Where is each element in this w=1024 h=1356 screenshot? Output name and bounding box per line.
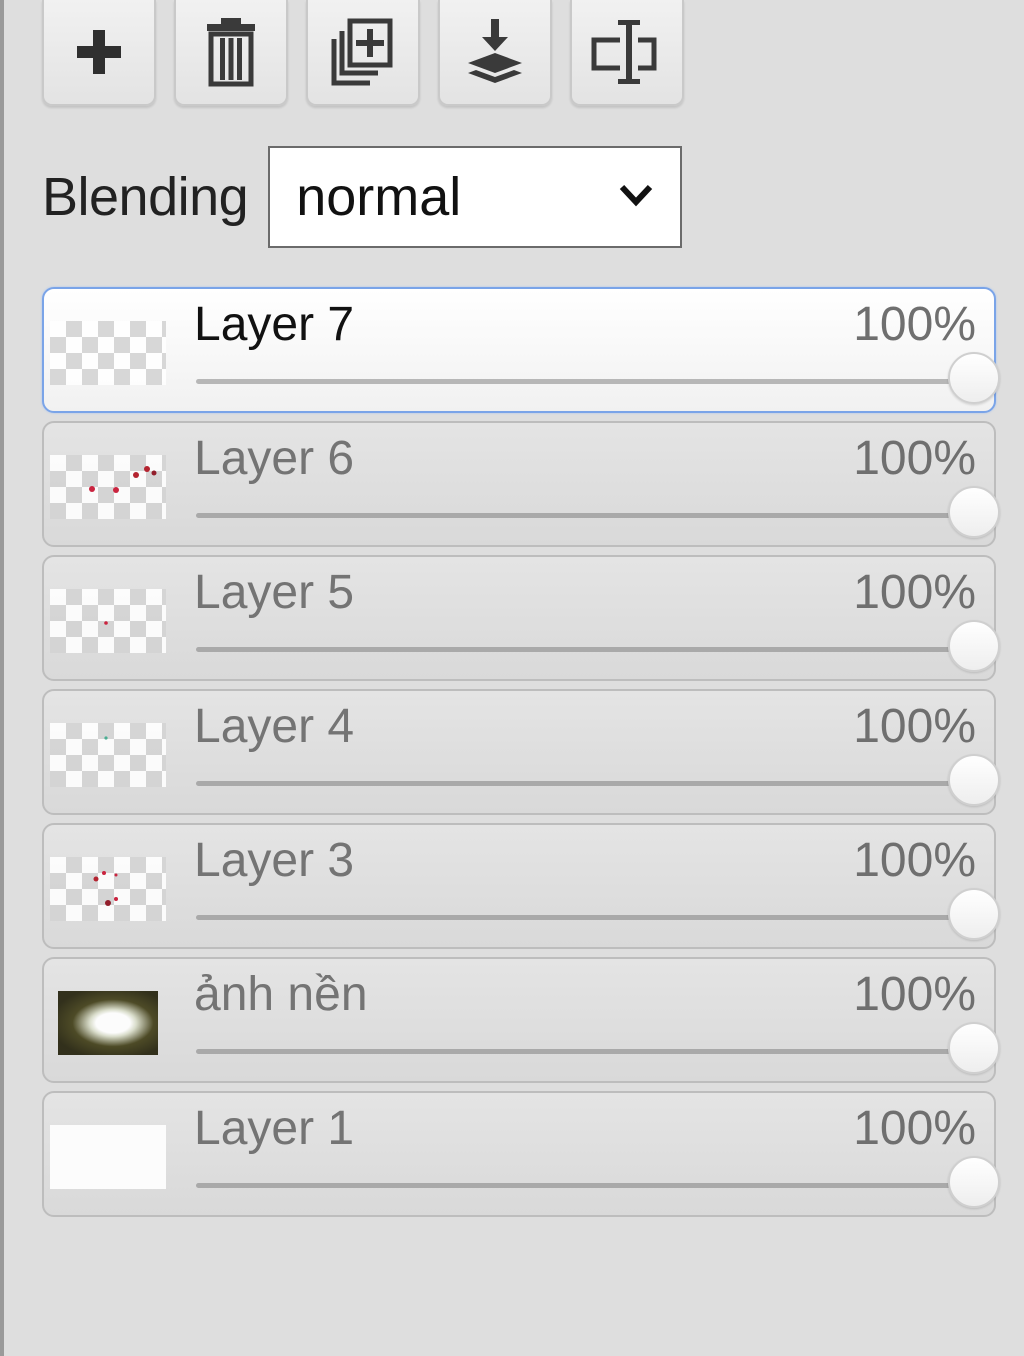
slider-track: [196, 647, 974, 652]
layer-opacity-slider[interactable]: [196, 1022, 1000, 1074]
slider-handle[interactable]: [948, 486, 1000, 538]
slider-handle[interactable]: [948, 888, 1000, 940]
merge-down-button[interactable]: [438, 0, 552, 106]
blending-select[interactable]: normal: [268, 146, 683, 248]
panel-left-border: [0, 0, 4, 1356]
layer-row[interactable]: Layer 4 100%: [42, 689, 1000, 815]
delete-layer-button[interactable]: [174, 0, 288, 106]
blending-value: normal: [296, 167, 462, 227]
layer-thumbnail: [50, 1125, 166, 1189]
rename-layer-button[interactable]: [570, 0, 684, 106]
blending-row: Blending normal: [42, 146, 683, 248]
layer-opacity-value: 100%: [853, 968, 976, 1021]
add-layer-button[interactable]: [42, 0, 156, 106]
layer-opacity-slider[interactable]: [196, 1156, 1000, 1208]
layer-opacity-value: 100%: [853, 1102, 976, 1155]
layer-row[interactable]: Layer 3 100%: [42, 823, 1000, 949]
layer-name: Layer 6: [194, 432, 355, 485]
layer-name: Layer 3: [194, 834, 355, 887]
layer-thumbnail: [50, 723, 166, 787]
slider-track: [196, 379, 974, 384]
slider-track: [196, 781, 974, 786]
plus-icon: [77, 30, 121, 74]
merge-down-icon: [468, 19, 522, 83]
layer-thumbnail: [50, 857, 166, 921]
layers-list: Layer 7 100% Layer 6 100% Layer 5 100% L…: [42, 287, 1000, 1225]
layer-opacity-slider[interactable]: [196, 352, 1000, 404]
layer-opacity-value: 100%: [853, 432, 976, 485]
layer-name: Layer 1: [194, 1102, 355, 1155]
layer-name: ảnh nền: [194, 968, 368, 1021]
layers-toolbar: [42, 0, 684, 108]
slider-track: [196, 1049, 974, 1054]
layer-name: Layer 5: [194, 566, 355, 619]
layer-opacity-value: 100%: [853, 834, 976, 887]
duplicate-layer-button[interactable]: [306, 0, 420, 106]
layer-row[interactable]: Layer 7 100%: [42, 287, 1000, 413]
layer-opacity-value: 100%: [853, 298, 976, 351]
slider-handle[interactable]: [948, 620, 1000, 672]
layer-thumbnail: [50, 589, 166, 653]
layer-row[interactable]: Layer 6 100%: [42, 421, 1000, 547]
layer-opacity-value: 100%: [853, 566, 976, 619]
layer-opacity-slider[interactable]: [196, 888, 1000, 940]
layer-opacity-value: 100%: [853, 700, 976, 753]
trash-icon: [207, 18, 255, 87]
layer-opacity-slider[interactable]: [196, 486, 1000, 538]
layer-row[interactable]: Layer 5 100%: [42, 555, 1000, 681]
layer-name: Layer 4: [194, 700, 355, 753]
layer-thumbnail: [50, 321, 166, 385]
slider-handle[interactable]: [948, 1022, 1000, 1074]
slider-handle[interactable]: [948, 352, 1000, 404]
slider-track: [196, 513, 974, 518]
layer-row[interactable]: ảnh nền 100%: [42, 957, 1000, 1083]
duplicate-icon: [331, 18, 393, 86]
blending-label: Blending: [42, 167, 249, 227]
rename-icon: [591, 20, 657, 84]
slider-track: [196, 915, 974, 920]
layer-name: Layer 7: [194, 298, 355, 351]
layer-thumbnail: [58, 991, 158, 1055]
layer-row[interactable]: Layer 1 100%: [42, 1091, 1000, 1217]
slider-handle[interactable]: [948, 754, 1000, 806]
layer-opacity-slider[interactable]: [196, 754, 1000, 806]
slider-track: [196, 1183, 974, 1188]
layer-opacity-slider[interactable]: [196, 620, 1000, 672]
chevron-down-icon: [619, 184, 653, 207]
layer-thumbnail: [50, 455, 166, 519]
slider-handle[interactable]: [948, 1156, 1000, 1208]
